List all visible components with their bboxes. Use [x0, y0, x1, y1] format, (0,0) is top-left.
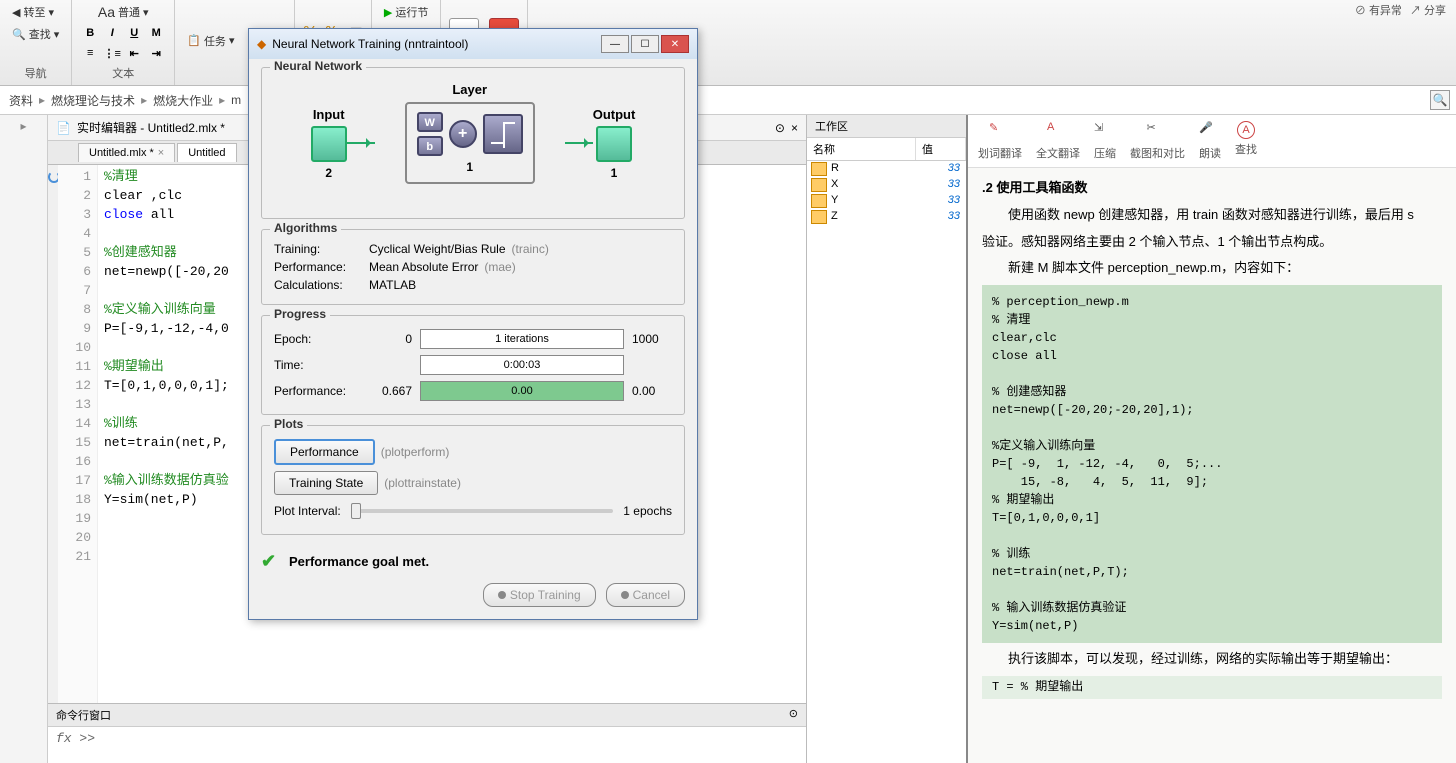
ws-col-name[interactable]: 名称 [807, 138, 916, 160]
perf-progress: 0.00 [420, 381, 624, 401]
number-list-button[interactable]: ⋮≡ [102, 44, 122, 62]
ribbon: ◀转至▾ 🔍查找▾ 导航 Aa普通▾ B I U M ≡ ⋮≡ ⇤ ⇥ 文本 [0, 0, 1456, 86]
search-icon[interactable]: 🔍 [1430, 90, 1450, 110]
plot-interval-slider[interactable] [351, 509, 614, 513]
top-right-tools: ⊘ 有异常 ↗ 分享 [1355, 2, 1446, 18]
task-button[interactable]: 📋任务▾ [183, 31, 238, 51]
maximize-button[interactable]: ☐ [631, 35, 659, 53]
read-aloud-button[interactable]: 🎤朗读 [1199, 121, 1221, 161]
nntraintool-dialog: ◆ Neural Network Training (nntraintool) … [248, 28, 698, 620]
ws-var[interactable]: X33 [807, 177, 966, 193]
stop-training-button[interactable]: Stop Training [483, 583, 596, 607]
command-window: 命令行窗口⊙ fx >> [48, 703, 806, 763]
nav-group-label: 导航 [8, 63, 63, 83]
file-browser-collapsed[interactable]: ▸ [0, 115, 48, 763]
close-button[interactable]: ✕ [661, 35, 689, 53]
workspace-panel: 工作区 名称 值 R33X33Y33Z33 [806, 115, 966, 763]
editor-menu-icon[interactable]: ⊙ [775, 121, 785, 135]
find-button[interactable]: 🔍查找▾ [8, 24, 63, 44]
ws-var[interactable]: Z33 [807, 209, 966, 225]
matlab-icon: ◆ [257, 37, 266, 51]
command-prompt[interactable]: fx >> [48, 727, 806, 750]
translate-all-button[interactable]: A全文翻译 [1036, 121, 1080, 161]
document-panel: ✎划词翻译 A全文翻译 ⇲压缩 ✂截图和对比 🎤朗读 A查找 .2 使用工具箱函… [966, 115, 1456, 763]
italic-button[interactable]: I [102, 24, 122, 42]
goto-button[interactable]: ◀转至▾ [8, 2, 58, 22]
underline-button[interactable]: U [124, 24, 144, 42]
text-style-button[interactable]: Aa普通▾ [94, 2, 153, 22]
translate-selection-button[interactable]: ✎划词翻译 [978, 121, 1022, 161]
ws-col-value[interactable]: 值 [916, 138, 966, 160]
breadcrumb: 资料▸ 燃烧理论与技术▸ 燃烧大作业▸ m 🔍 [0, 86, 1456, 115]
trainstate-plot-button[interactable]: Training State [274, 471, 378, 495]
epoch-progress: 1 iterations [420, 329, 624, 349]
cmd-menu-icon[interactable]: ⊙ [789, 707, 798, 723]
doc-code-block: % perception_newp.m % 清理 clear,clc close… [982, 285, 1442, 643]
share-button[interactable]: ↗ 分享 [1410, 2, 1446, 18]
tab-untitled[interactable]: Untitled [177, 143, 236, 162]
cancel-button[interactable]: Cancel [606, 583, 685, 607]
ws-var[interactable]: R33 [807, 161, 966, 177]
ws-var[interactable]: Y33 [807, 193, 966, 209]
bc-item[interactable]: 资料 [6, 92, 36, 109]
bc-item[interactable]: 燃烧理论与技术 [48, 92, 138, 109]
dialog-titlebar[interactable]: ◆ Neural Network Training (nntraintool) … [249, 29, 697, 59]
bc-item[interactable]: m [228, 93, 244, 107]
check-icon: ✔ [261, 551, 281, 571]
text-group-label: 文本 [80, 63, 166, 83]
compress-button[interactable]: ⇲压缩 [1094, 121, 1116, 161]
close-icon[interactable]: × [158, 147, 164, 159]
performance-plot-button[interactable]: Performance [274, 439, 375, 465]
editor-icon: 📄 [56, 121, 71, 135]
nn-diagram: Input 2 Layer W b + 1 [274, 78, 672, 208]
error-indicator[interactable]: ⊘ 有异常 [1355, 2, 1402, 18]
run-section-button[interactable]: ▶运行节 [380, 2, 432, 22]
doc-heading: .2 使用工具箱函数 [982, 178, 1442, 199]
doc-find-button[interactable]: A查找 [1235, 121, 1257, 161]
tab-untitled-mlx[interactable]: Untitled.mlx *× [78, 143, 175, 162]
minimize-button[interactable]: — [601, 35, 629, 53]
bullet-list-button[interactable]: ≡ [80, 44, 100, 62]
bold-button[interactable]: B [80, 24, 100, 42]
editor-close-icon[interactable]: × [791, 121, 798, 135]
screenshot-button[interactable]: ✂截图和对比 [1130, 121, 1185, 161]
outdent-button[interactable]: ⇤ [124, 44, 144, 62]
indent-button[interactable]: ⇥ [146, 44, 166, 62]
time-progress: 0:00:03 [420, 355, 624, 375]
mono-button[interactable]: M [146, 24, 166, 42]
bc-item[interactable]: 燃烧大作业 [150, 92, 216, 109]
